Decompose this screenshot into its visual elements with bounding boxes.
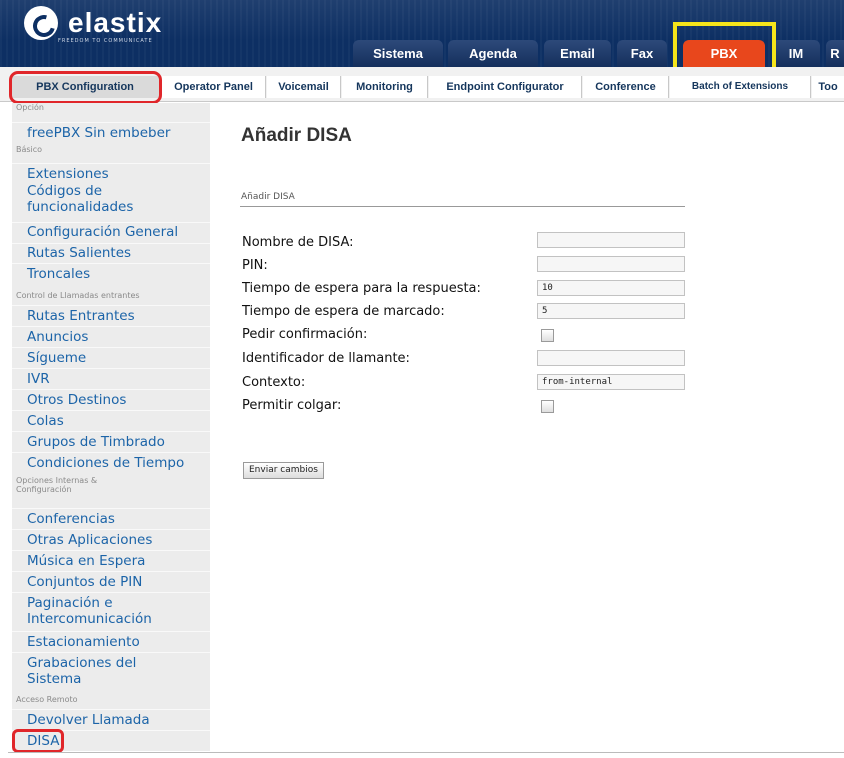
respuesta-label: Tiempo de espera para la respuesta: — [242, 281, 481, 296]
subtab-tools[interactable]: Too — [812, 76, 844, 98]
sidebar-section-control: Control de Llamadas entrantes — [16, 291, 140, 300]
sidebar-item-grupos-timbrado[interactable]: Grupos de Timbrado — [27, 434, 165, 450]
elastix-logo-icon — [24, 6, 58, 40]
sidebar-section-basico: Básico — [16, 145, 43, 154]
sidebar-item-sigueme[interactable]: Sígueme — [27, 350, 86, 366]
sidebar-item-rutas-salientes[interactable]: Rutas Salientes — [27, 245, 131, 261]
disa-item-highlight — [12, 729, 64, 753]
sidebar-item-musica-espera[interactable]: Música en Espera — [27, 553, 145, 569]
section-label: Añadir DISA — [241, 192, 295, 202]
logo-tagline: FREEDOM TO COMMUNICATE — [58, 38, 153, 44]
confirmacion-label: Pedir confirmación: — [242, 327, 368, 342]
sidebar-item-rutas-entrantes[interactable]: Rutas Entrantes — [27, 308, 135, 324]
tab-fax[interactable]: Fax — [617, 40, 667, 67]
logo-text: elastix — [68, 7, 163, 38]
sidebar-item-troncales[interactable]: Troncales — [27, 266, 90, 282]
enviar-cambios-button[interactable]: Enviar cambios — [243, 462, 324, 479]
contexto-label: Contexto: — [242, 375, 306, 390]
tab-email[interactable]: Email — [544, 40, 611, 67]
sidebar-item-paginacion[interactable]: Paginación e Intercomunicación — [27, 595, 197, 627]
sidebar-item-colas[interactable]: Colas — [27, 413, 64, 429]
frame-bottom-border — [8, 752, 844, 753]
sidebar-item-freepbx[interactable]: freePBX Sin embeber — [27, 125, 170, 141]
pin-label: PIN: — [242, 258, 268, 273]
respuesta-input[interactable]: 10 — [537, 280, 685, 296]
sidebar-item-extensiones[interactable]: Extensiones — [27, 166, 109, 182]
tab-r[interactable]: R — [826, 40, 844, 67]
section-divider — [240, 206, 685, 207]
subtab-monitoring[interactable]: Monitoring — [342, 76, 428, 98]
subtab-voicemail[interactable]: Voicemail — [267, 76, 341, 98]
subtab-conference[interactable]: Conference — [583, 76, 669, 98]
sidebar-item-ivr[interactable]: IVR — [27, 371, 50, 387]
sidebar-item-otras-aplicaciones[interactable]: Otras Aplicaciones — [27, 532, 152, 548]
sidebar-section-opcion: Opción — [16, 103, 44, 112]
sidebar-item-conjuntos-pin[interactable]: Conjuntos de PIN — [27, 574, 142, 590]
subtab-batch-of-extensions[interactable]: Batch of Extensions — [670, 76, 811, 98]
sidebar-menu: Opción freePBX Sin embeber Básico Extens… — [12, 103, 210, 751]
pin-input[interactable] — [537, 256, 685, 272]
sidebar-item-anuncios[interactable]: Anuncios — [27, 329, 88, 345]
identificador-label: Identificador de llamante: — [242, 351, 410, 366]
page-title: Añadir DISA — [241, 125, 352, 146]
sidebar-item-devolver-llamada[interactable]: Devolver Llamada — [27, 712, 150, 728]
sidebar-section-acceso-remoto: Acceso Remoto — [16, 695, 78, 704]
contexto-input[interactable]: from-internal — [537, 374, 685, 390]
subtab-operator-panel[interactable]: Operator Panel — [162, 76, 266, 98]
marcado-input[interactable]: 5 — [537, 303, 685, 319]
nombre-label: Nombre de DISA: — [242, 235, 354, 250]
identificador-input[interactable] — [537, 350, 685, 366]
marcado-label: Tiempo de espera de marcado: — [242, 304, 445, 319]
sidebar-item-estacionamiento[interactable]: Estacionamiento — [27, 634, 140, 650]
sidebar-item-otros-destinos[interactable]: Otros Destinos — [27, 392, 126, 408]
nombre-input[interactable] — [537, 232, 685, 248]
sidebar-section-opciones-internas: Opciones Internas & Configuración — [16, 476, 98, 494]
colgar-label: Permitir colgar: — [242, 398, 342, 413]
tab-sistema[interactable]: Sistema — [353, 40, 443, 67]
colgar-checkbox[interactable] — [541, 400, 554, 413]
sidebar-item-condiciones-tiempo[interactable]: Condiciones de Tiempo — [27, 455, 184, 471]
sidebar-item-grabaciones[interactable]: Grabaciones del Sistema — [27, 655, 187, 687]
pbx-configuration-highlight — [9, 71, 162, 104]
tab-im[interactable]: IM — [772, 40, 820, 67]
confirmacion-checkbox[interactable] — [541, 329, 554, 342]
elastix-logo[interactable]: elastix — [24, 6, 162, 40]
sidebar-item-conferencias[interactable]: Conferencias — [27, 511, 115, 527]
subtab-endpoint-configurator[interactable]: Endpoint Configurator — [429, 76, 582, 98]
sidebar-item-codigos[interactable]: Códigos de funcionalidades — [27, 183, 202, 215]
tab-agenda[interactable]: Agenda — [448, 40, 538, 67]
sidebar-item-configuracion-general[interactable]: Configuración General — [27, 224, 178, 240]
